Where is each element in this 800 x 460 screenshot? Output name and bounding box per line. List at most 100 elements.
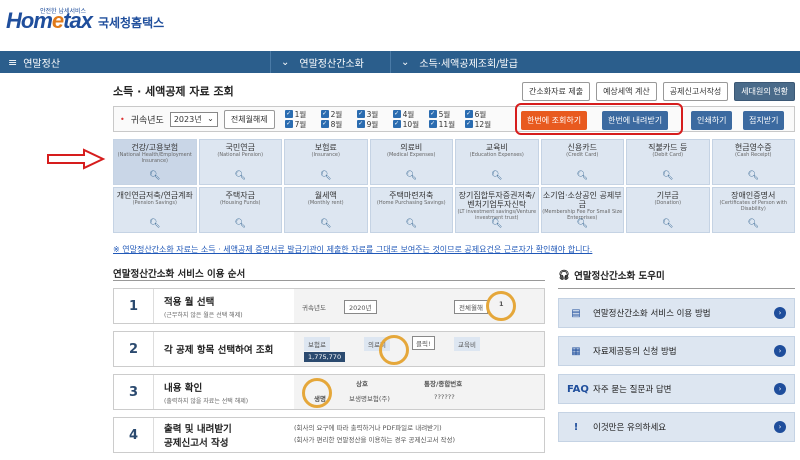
checkbox-checked-icon: ✓ bbox=[392, 120, 401, 128]
search-icon: 🔍︎ bbox=[234, 219, 246, 229]
write-form-button[interactable]: 공제신고서작성 bbox=[662, 81, 729, 101]
search-icon: 🔍︎ bbox=[747, 219, 759, 229]
checkbox-checked-icon: ✓ bbox=[428, 110, 437, 118]
checkbox-checked-icon: ✓ bbox=[320, 110, 329, 118]
chevron-down-icon: ⌄ bbox=[207, 113, 214, 123]
category-cash-receipt[interactable]: 현금영수증 (Cash Receipt) 🔍︎ bbox=[711, 139, 795, 185]
nav-menu-root[interactable]: ≡ 연말정산 bbox=[0, 55, 270, 70]
category-grid: 건강/고용보험 (National Health/Employment Insur… bbox=[113, 139, 795, 233]
checkbox-checked-icon: ✓ bbox=[284, 120, 293, 128]
checkbox-checked-icon: ✓ bbox=[320, 120, 329, 128]
print-button[interactable]: 인쇄하기 bbox=[691, 111, 733, 130]
deselect-all-months-button[interactable]: 전체월해제 bbox=[223, 109, 275, 129]
download-all-button[interactable]: 한번에 내려받기 bbox=[602, 111, 669, 130]
main-content: 소득 · 세액공제 자료 조회 간소화자료 제출 예상세액 계산 공제신고서작성… bbox=[113, 78, 795, 254]
help-item-consent[interactable]: ▦ 자료제공동의 신청 방법 › bbox=[558, 336, 795, 366]
highlight-circle bbox=[486, 291, 516, 321]
month-checkbox[interactable]: ✓ 6월 bbox=[464, 109, 497, 119]
category-debit-card[interactable]: 직불카드 등 (Debit Card) 🔍︎ bbox=[626, 139, 710, 185]
step-item: 4 출력 및 내려받기 공제신고서 작성 (회사의 요구에 따라 출력하거나 PD… bbox=[113, 417, 545, 453]
chevron-right-icon: › bbox=[774, 307, 786, 319]
help-item-faq[interactable]: FAQ 자주 묻는 질문과 답변 › bbox=[558, 374, 795, 404]
form-icon: ▦ bbox=[571, 345, 581, 357]
category-education[interactable]: 교육비 (Education Expenses) 🔍︎ bbox=[455, 139, 539, 185]
document-icon: ▤ bbox=[571, 307, 581, 319]
search-icon: 🔍︎ bbox=[149, 219, 161, 229]
month-checkbox[interactable]: ✓ 5월 bbox=[428, 109, 461, 119]
category-insurance[interactable]: 보험료 (Insurance) 🔍︎ bbox=[284, 139, 368, 185]
year-label: 귀속년도 bbox=[130, 115, 164, 126]
category-home-savings[interactable]: 주택마련저축 (Home Purchasing Savings) 🔍︎ bbox=[369, 187, 453, 233]
step-subtitle: (근무하지 않은 월은 선택 해제) bbox=[164, 311, 243, 319]
search-icon: 🔍︎ bbox=[747, 171, 759, 181]
step-number: 4 bbox=[114, 418, 154, 452]
logo-tagline: 안전한 납세서비스 bbox=[40, 8, 87, 15]
step-number: 2 bbox=[114, 332, 154, 366]
step-title: 적용 월 선택 bbox=[164, 296, 215, 308]
step-title: 각 공제 항목 선택하여 조회 bbox=[164, 345, 274, 356]
category-pension-savings[interactable]: 개인연금저축/연금계좌 (Pension Savings) 🔍︎ bbox=[113, 187, 197, 233]
month-checkbox[interactable]: ✓ 7월 bbox=[284, 119, 317, 129]
required-dot-icon: • bbox=[120, 114, 125, 124]
submit-data-button[interactable]: 간소화자료 제출 bbox=[522, 81, 591, 101]
chevron-down-icon: ⌄ bbox=[401, 56, 410, 68]
estimate-tax-button[interactable]: 예상세액 계산 bbox=[596, 81, 657, 101]
hometax-logo[interactable]: 안전한 납세서비스 Hometax 국세청홈택스 bbox=[6, 8, 164, 34]
search-icon: 🔍︎ bbox=[320, 171, 332, 181]
help-item-usage[interactable]: ▤ 연말정산간소화 서비스 이용 방법 › bbox=[558, 298, 795, 328]
checkbox-checked-icon: ✓ bbox=[428, 120, 437, 128]
query-all-button[interactable]: 한번에 조회하기 bbox=[521, 111, 588, 130]
category-monthly-rent[interactable]: 월세액 (Monthly rent) 🔍︎ bbox=[284, 187, 368, 233]
steps-title: 연말정산간소화 서비스 이용 순서 bbox=[113, 269, 246, 280]
divider bbox=[558, 288, 795, 289]
checkbox-checked-icon: ✓ bbox=[356, 110, 365, 118]
category-pension[interactable]: 국민연금 (National Pension) 🔍︎ bbox=[198, 139, 282, 185]
step-title: 출력 및 내려받기 bbox=[164, 424, 232, 435]
category-medical[interactable]: 의료비 (Medical Expenses) 🔍︎ bbox=[369, 139, 453, 185]
household-status-button[interactable]: 세대원의 현황 bbox=[734, 81, 795, 101]
year-select[interactable]: 2023년 ⌄ bbox=[169, 111, 218, 127]
month-checkbox[interactable]: ✓ 12월 bbox=[464, 119, 497, 129]
month-checkbox[interactable]: ✓ 3월 bbox=[356, 109, 389, 119]
month-checkbox[interactable]: ✓ 1월 bbox=[284, 109, 317, 119]
chevron-right-icon: › bbox=[774, 345, 786, 357]
month-checkbox[interactable]: ✓ 4월 bbox=[392, 109, 425, 119]
highlight-circle bbox=[379, 335, 409, 365]
month-checkbox[interactable]: ✓ 9월 bbox=[356, 119, 389, 129]
search-icon: 🔍︎ bbox=[491, 219, 503, 229]
category-donation[interactable]: 기부금 (Donation) 🔍︎ bbox=[626, 187, 710, 233]
step-item: 2 각 공제 항목 선택하여 조회 보험료 1,775,770 의료비 클릭! … bbox=[113, 331, 545, 367]
search-icon: 🔍︎ bbox=[662, 171, 674, 181]
month-checkbox[interactable]: ✓ 8월 bbox=[320, 119, 353, 129]
category-credit-card[interactable]: 신용카드 (Credit Card) 🔍︎ bbox=[540, 139, 624, 185]
steps-list: 1 적용 월 선택 (근무하지 않은 월은 선택 해제) 귀속년도 2020년 전… bbox=[113, 288, 545, 460]
search-icon: 🔍︎ bbox=[405, 219, 417, 229]
category-disability[interactable]: 장애인증명서 (Certificates of Person with Disab… bbox=[711, 187, 795, 233]
nav-item-simplified[interactable]: ⌄ 연말정산간소화 bbox=[270, 51, 390, 73]
nav-item-deduction-lookup[interactable]: ⌄ 소득·세액공제조회/발급 bbox=[390, 51, 800, 73]
faq-icon: FAQ bbox=[567, 383, 589, 395]
step-title: 내용 확인 bbox=[164, 382, 203, 394]
chevron-right-icon: › bbox=[774, 421, 786, 433]
help-item-caution[interactable]: ! 이것만은 유의하세요 › bbox=[558, 412, 795, 442]
search-icon: 🔍︎ bbox=[234, 171, 246, 181]
category-small-business[interactable]: 소기업·소상공인 공제부금 (Membership Fee For Small S… bbox=[540, 187, 624, 233]
notice-text: ※ 연말정산간소화 자료는 소득 · 세액공제 증명서류 발급기관이 제출한 자… bbox=[113, 245, 593, 254]
month-checkbox[interactable]: ✓ 10월 bbox=[392, 119, 425, 129]
headset-icon: 🎧︎ bbox=[558, 269, 571, 281]
category-health-insurance[interactable]: 건강/고용보험 (National Health/Employment Insur… bbox=[113, 139, 197, 185]
category-lt-investment[interactable]: 장기집합투자증권저축/벤처기업투자신탁 (LT investment saving… bbox=[455, 187, 539, 233]
month-checkbox-group: ✓ 1월 ✓ 2월 ✓ 3월 ✓ 4월 ✓ 5월 ✓ 6월 ✓ 7월 ✓ 8월 ✓ 9월 ✓ 10월… bbox=[284, 109, 497, 129]
nav-item-yearend[interactable]: 연말정산 bbox=[23, 55, 60, 70]
step-illustration: (회사의 요구에 따라 출력하거나 PDF파일로 내려받기) (회사가 편리한 … bbox=[294, 418, 544, 452]
receive-button[interactable]: 접지받기 bbox=[743, 111, 785, 130]
step-subtitle: (출력하지 않을 자료는 선택 해제) bbox=[164, 397, 249, 405]
search-icon: 🔍︎ bbox=[149, 171, 161, 181]
divider bbox=[113, 280, 545, 281]
step-number: 3 bbox=[114, 375, 154, 409]
month-checkbox[interactable]: ✓ 2월 bbox=[320, 109, 353, 119]
month-checkbox[interactable]: ✓ 11월 bbox=[428, 119, 461, 129]
category-housing-funds[interactable]: 주택자금 (Housing Funds) 🔍︎ bbox=[198, 187, 282, 233]
hamburger-icon[interactable]: ≡ bbox=[8, 56, 17, 69]
search-icon: 🔍︎ bbox=[576, 171, 588, 181]
